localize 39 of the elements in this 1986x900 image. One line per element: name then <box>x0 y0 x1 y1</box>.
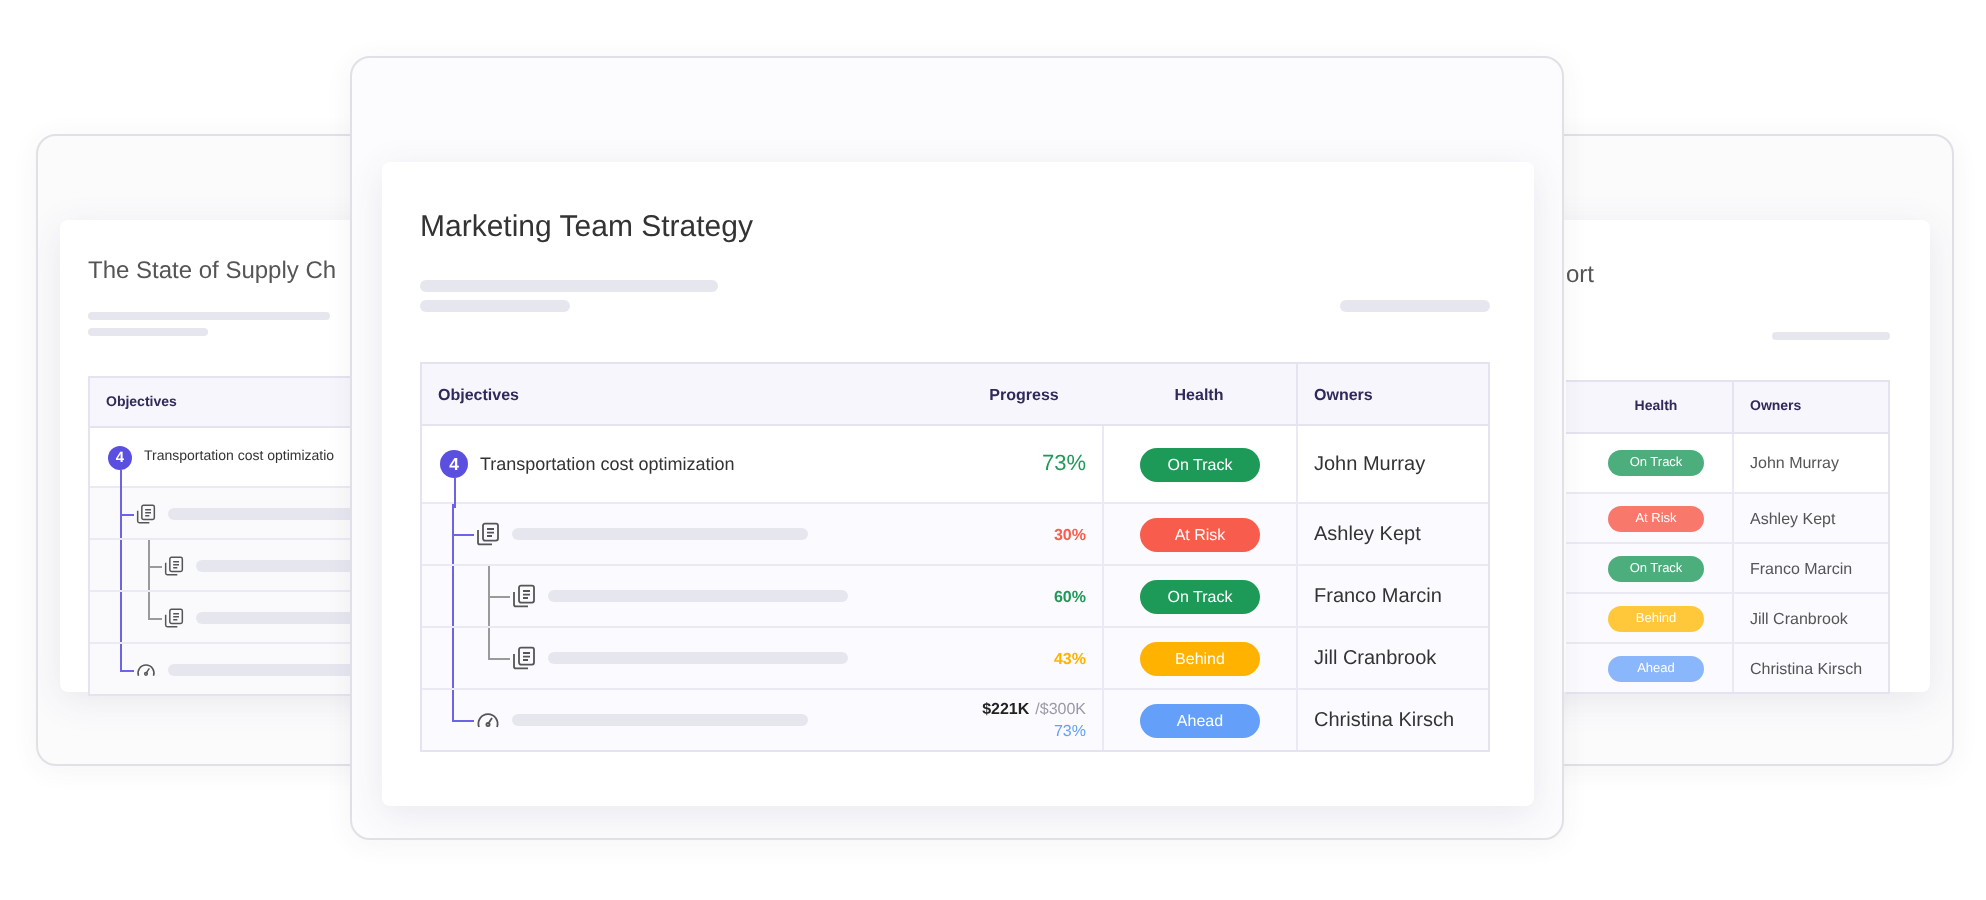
documents-icon <box>164 555 184 575</box>
documents-icon <box>476 522 500 546</box>
owner-name: Ashley Kept <box>1750 509 1836 527</box>
owner-name: Ashley Kept <box>1314 523 1421 545</box>
card-title: ort <box>1566 260 1595 288</box>
card-title: The State of Supply Ch <box>88 256 337 284</box>
progress-text: 43% <box>1053 649 1086 667</box>
owner-name: Christina Kirsch <box>1314 709 1455 731</box>
column-header: Progress <box>989 385 1059 403</box>
target-text: /$300K <box>1035 700 1086 718</box>
health-badge: Ahead <box>1140 703 1260 737</box>
documents-icon <box>136 503 156 523</box>
owner-name: Christina Kirsch <box>1750 659 1863 677</box>
card-title: Marketing Team Strategy <box>420 210 753 244</box>
progress-text: 73% <box>1041 452 1086 476</box>
amount-text: $221K <box>982 700 1030 718</box>
health-badge: Behind <box>1140 641 1260 675</box>
column-header: Owners <box>1314 385 1373 403</box>
owner-name: Franco Marcin <box>1750 559 1853 577</box>
objective-title: Transportation cost optimization <box>480 454 735 474</box>
health-badge: On Track <box>1140 447 1260 481</box>
documents-icon <box>512 646 536 670</box>
health-badge: At Risk <box>1140 517 1260 551</box>
owner-name: Jill Cranbrook <box>1314 647 1437 669</box>
progress-text: 60% <box>1053 587 1086 605</box>
progress-text: 73% <box>1053 722 1086 740</box>
column-header: Health <box>1174 385 1224 403</box>
documents-icon <box>164 607 184 627</box>
owner-name: Jill Cranbrook <box>1750 609 1848 627</box>
owner-name: John Murray <box>1314 453 1426 475</box>
progress-text: 30% <box>1053 525 1086 543</box>
count-badge: 4 <box>440 450 468 478</box>
health-badge: On Track <box>1140 579 1260 613</box>
gauge-icon <box>136 659 156 679</box>
owner-name: Franco Marcin <box>1314 585 1442 607</box>
gauge-icon <box>476 708 500 732</box>
documents-icon <box>512 584 536 608</box>
owner-name: John Murray <box>1750 454 1839 472</box>
column-header: Objectives <box>438 385 519 403</box>
